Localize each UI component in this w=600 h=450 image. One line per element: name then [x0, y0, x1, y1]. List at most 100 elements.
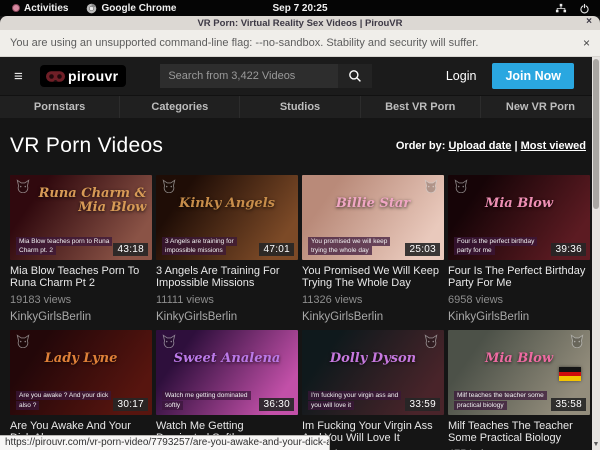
site-header: ≡ pirouvr Login Join Now	[0, 57, 600, 95]
cat-logo-watermark-icon	[161, 179, 177, 193]
warning-text: You are using an unsupported command-lin…	[10, 37, 478, 49]
thumbnail-model-name: Billie Star	[308, 197, 439, 211]
nav-item-categories[interactable]: Categories	[119, 96, 239, 118]
power-icon[interactable]	[579, 3, 590, 14]
duration-badge: 47:01	[259, 243, 294, 256]
video-studio-link[interactable]: KinkyGirlsBerlin	[448, 311, 590, 323]
video-studio-link[interactable]: KinkyGirlsBerlin	[156, 311, 298, 323]
page-header: VR Porn Videos Order by: Upload date | M…	[10, 130, 590, 162]
hamburger-menu-icon[interactable]: ≡	[14, 69, 28, 84]
cat-logo-watermark-icon	[569, 334, 585, 348]
page: ≡ pirouvr Login Join Now Porns	[0, 57, 600, 450]
vr-goggles-icon	[46, 71, 65, 82]
duration-badge: 43:18	[113, 243, 148, 256]
warning-close-icon[interactable]: ×	[583, 36, 590, 50]
warning-bar: You are using an unsupported command-lin…	[0, 30, 600, 57]
cat-logo-watermark-icon	[161, 334, 177, 348]
video-title[interactable]: 3 Angels Are Training For Impossible Mis…	[156, 265, 298, 290]
search-icon	[348, 69, 362, 83]
duration-badge: 36:30	[259, 398, 294, 411]
video-card: Billie Star You promised we will keep tr…	[302, 175, 444, 323]
duration-badge: 39:36	[551, 243, 586, 256]
thumbnail-caption: Four is the perfect birthday party for m…	[454, 237, 548, 255]
video-card: Kinky Angels 3 Angels are training for i…	[156, 175, 298, 323]
search-input[interactable]	[160, 64, 338, 88]
scrollbar[interactable]: ▼	[592, 57, 600, 450]
video-thumbnail[interactable]: Runa Charm & Mia Blow Mia Blow teaches p…	[10, 175, 152, 260]
video-thumbnail[interactable]: Sweet Analena Watch me getting dominated…	[156, 330, 298, 415]
thumbnail-model-name: Sweet Analena	[162, 352, 293, 366]
nav-item-new-vr-porn[interactable]: New VR Porn	[480, 96, 600, 118]
video-thumbnail[interactable]: Kinky Angels 3 Angels are training for i…	[156, 175, 298, 260]
thumbnail-caption: Watch me getting dominated softly	[162, 391, 256, 409]
nav-item-studios[interactable]: Studios	[239, 96, 359, 118]
thumbnail-model-name: Runa Charm & Mia Blow	[16, 187, 147, 214]
thumbnail-model-name: Lady Lyne	[16, 352, 147, 366]
order-by-label: Order by:	[396, 140, 446, 152]
thumbnail-model-name: Kinky Angels	[162, 197, 293, 211]
video-title[interactable]: You Promised We Will Keep Trying The Who…	[302, 265, 444, 290]
scrollbar-down-arrow-icon[interactable]: ▼	[592, 441, 600, 448]
thumbnail-caption: You promised we will keep trying the who…	[308, 237, 402, 255]
window-close-icon[interactable]: ×	[586, 16, 592, 27]
network-icon[interactable]	[555, 3, 567, 14]
cat-logo-watermark-icon	[453, 179, 469, 193]
main-nav: Pornstars Categories Studios Best VR Por…	[0, 95, 600, 118]
duration-badge: 30:17	[113, 398, 148, 411]
video-title[interactable]: Milf Teaches The Teacher Some Practical …	[448, 420, 590, 445]
video-thumbnail[interactable]: Billie Star You promised we will keep tr…	[302, 175, 444, 260]
order-link-most-viewed[interactable]: Most viewed	[521, 140, 586, 152]
video-thumbnail[interactable]: Mia Blow Milf teaches the teacher some p…	[448, 330, 590, 415]
duration-badge: 33:59	[405, 398, 440, 411]
thumbnail-model-name: Dolly Dyson	[308, 352, 439, 366]
video-thumbnail[interactable]: Dolly Dyson I'm fucking your virgin ass …	[302, 330, 444, 415]
thumbnail-caption: Are you awake ? And your dick also ?	[16, 391, 110, 409]
thumbnail-caption: I'm fucking your virgin ass and you will…	[308, 391, 402, 409]
cat-logo-watermark-icon	[15, 334, 31, 348]
nav-item-pornstars[interactable]: Pornstars	[0, 96, 119, 118]
video-studio-link[interactable]: KinkyGirlsBerlin	[302, 311, 444, 323]
video-grid: Runa Charm & Mia Blow Mia Blow teaches p…	[10, 175, 590, 450]
video-thumbnail[interactable]: Mia Blow Four is the perfect birthday pa…	[448, 175, 590, 260]
video-studio-link[interactable]: KinkyGirlsBerlin	[10, 311, 152, 323]
window-titlebar[interactable]: VR Porn: Virtual Reality Sex Videos | Pi…	[0, 16, 600, 30]
video-card: Runa Charm & Mia Blow Mia Blow teaches p…	[10, 175, 152, 323]
video-thumbnail[interactable]: Lady Lyne Are you awake ? And your dick …	[10, 330, 152, 415]
video-title[interactable]: Four Is The Perfect Birthday Party For M…	[448, 265, 590, 290]
video-card: Mia Blow Milf teaches the teacher some p…	[448, 330, 590, 450]
window-title: VR Porn: Virtual Reality Sex Videos | Pi…	[197, 18, 402, 29]
video-views: 11326 views	[302, 294, 444, 306]
thumbnail-caption: Milf teaches the teacher some practical …	[454, 391, 548, 409]
order-by: Order by: Upload date | Most viewed	[396, 140, 590, 152]
status-url: https://pirouvr.com/vr-porn-video/779325…	[0, 435, 330, 450]
search-button[interactable]	[338, 64, 372, 88]
thumbnail-model-name: Mia Blow	[454, 352, 585, 366]
video-card: Lady Lyne Are you awake ? And your dick …	[10, 330, 152, 450]
scrollbar-thumb[interactable]	[593, 59, 599, 209]
page-title: VR Porn Videos	[10, 134, 163, 158]
thumbnail-caption: 3 Angels are training for impossible mis…	[162, 237, 256, 255]
taskbar: Activities Google Chrome Sep 7 20:25	[0, 0, 600, 16]
video-card: Sweet Analena Watch me getting dominated…	[156, 330, 298, 450]
video-views: 19183 views	[10, 294, 152, 306]
duration-badge: 25:03	[405, 243, 440, 256]
clock[interactable]: Sep 7 20:25	[0, 3, 600, 14]
site-logo-text: pirouvr	[68, 68, 118, 84]
duration-badge: 35:58	[551, 398, 586, 411]
video-views: 11111 views	[156, 294, 298, 306]
login-link[interactable]: Login	[446, 69, 477, 83]
video-card: Dolly Dyson I'm fucking your virgin ass …	[302, 330, 444, 450]
site-logo[interactable]: pirouvr	[40, 65, 126, 87]
video-views: 6958 views	[448, 294, 590, 306]
thumbnail-caption: Mia Blow teaches porn to Runa Charm pt. …	[16, 237, 110, 255]
cat-logo-watermark-icon	[423, 179, 439, 193]
nav-item-best-vr-porn[interactable]: Best VR Porn	[360, 96, 480, 118]
thumbnail-model-name: Mia Blow	[454, 197, 585, 211]
join-now-button[interactable]: Join Now	[492, 63, 574, 89]
german-flag-icon	[559, 367, 581, 381]
cat-logo-watermark-icon	[423, 334, 439, 348]
video-card: Mia Blow Four is the perfect birthday pa…	[448, 175, 590, 323]
search-bar	[160, 64, 372, 88]
video-title[interactable]: Mia Blow Teaches Porn To Runa Charm Pt 2	[10, 265, 152, 290]
order-link-upload-date[interactable]: Upload date	[448, 140, 511, 152]
